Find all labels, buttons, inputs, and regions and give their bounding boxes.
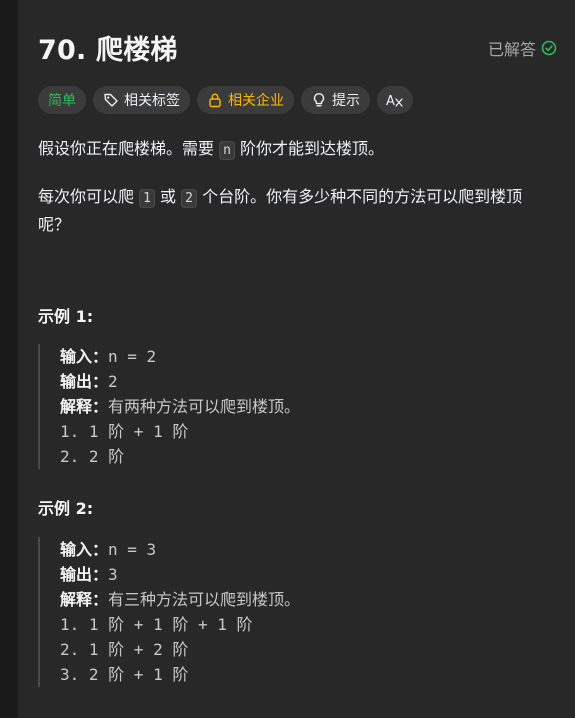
inline-code: n xyxy=(219,141,235,160)
example-2-block: 输入：n = 3 输出：3 解释：有三种方法可以爬到楼顶。 1. 1 阶 + 1… xyxy=(38,537,553,687)
explanation-label: 解释： xyxy=(60,397,109,416)
related-topics-label: 相关标签 xyxy=(124,93,180,109)
example-input-row: 输入：n = 2 xyxy=(60,344,553,369)
example-explanation-row: 解释：有三种方法可以爬到楼顶。 xyxy=(60,587,553,612)
tag-icon xyxy=(103,92,119,108)
related-topics-button[interactable]: 相关标签 xyxy=(93,86,190,114)
example-2-title: 示例 2: xyxy=(38,499,94,518)
problem-description: 假设你正在爬楼梯。需要 n 阶你才能到达楼顶。 每次你可以爬 1 或 2 个台阶… xyxy=(38,136,553,253)
output-label: 输出： xyxy=(60,565,109,584)
svg-text:A: A xyxy=(386,94,395,108)
explanation-step: 2. 2 阶 xyxy=(60,447,125,466)
solved-status: 已解答 xyxy=(488,36,557,60)
related-companies-button[interactable]: 相关企业 xyxy=(197,86,294,114)
description-paragraph-1: 假设你正在爬楼梯。需要 n 阶你才能到达楼顶。 xyxy=(38,136,553,164)
related-companies-label: 相关企业 xyxy=(228,93,284,109)
input-value: n = 2 xyxy=(108,347,157,366)
inline-code: 1 xyxy=(139,189,155,208)
hint-label: 提示 xyxy=(332,93,360,109)
solved-label: 已解答 xyxy=(487,40,536,59)
inline-code: 2 xyxy=(181,189,197,208)
example-input-row: 输入：n = 3 xyxy=(60,537,553,562)
input-label: 输入： xyxy=(60,347,109,366)
description-text: 每次你可以爬 xyxy=(38,187,135,206)
explanation-step: 1. 1 阶 + 1 阶 + 1 阶 xyxy=(60,615,253,634)
explanation-value: 有三种方法可以爬到楼顶。 xyxy=(108,590,301,609)
lock-icon xyxy=(207,92,223,108)
explanation-value: 有两种方法可以爬到楼顶。 xyxy=(108,397,301,416)
description-paragraph-2: 每次你可以爬 1 或 2 个台阶。你有多少种不同的方法可以爬到楼顶呢？ xyxy=(38,184,553,238)
description-text: 假设你正在爬楼梯。需要 xyxy=(38,139,215,158)
input-value: n = 3 xyxy=(108,540,157,559)
hint-button[interactable]: 提示 xyxy=(301,86,370,114)
input-label: 输入： xyxy=(60,540,109,559)
difficulty-badge[interactable]: 简单 xyxy=(38,86,86,114)
problem-title: 70. 爬楼梯 xyxy=(38,35,178,66)
translate-icon: A xyxy=(385,92,405,108)
tag-bar: 简单 相关标签 相关企业 提示 A xyxy=(38,86,413,114)
example-output-row: 输出：2 xyxy=(60,369,553,394)
explanation-label: 解释： xyxy=(60,590,109,609)
description-text: 或 xyxy=(160,187,177,206)
example-output-row: 输出：3 xyxy=(60,562,553,587)
explanation-step: 1. 1 阶 + 1 阶 xyxy=(60,422,189,441)
example-explanation-row: 解释：有两种方法可以爬到楼顶。 xyxy=(60,394,553,419)
window-frame: 70. 爬楼梯 已解答 简单 相关标签 相关企业 提示 A 假设你正在爬楼梯。需… xyxy=(0,0,575,718)
output-value: 2 xyxy=(108,372,118,391)
output-value: 3 xyxy=(108,565,118,584)
lightbulb-icon xyxy=(311,92,327,108)
example-1-block: 输入：n = 2 输出：2 解释：有两种方法可以爬到楼顶。 1. 1 阶 + 1… xyxy=(38,344,553,469)
explanation-step: 3. 2 阶 + 1 阶 xyxy=(60,665,189,684)
difficulty-label: 简单 xyxy=(48,93,76,109)
output-label: 输出： xyxy=(60,372,109,391)
explanation-step: 2. 1 阶 + 2 阶 xyxy=(60,640,189,659)
description-text: 阶你才能到达楼顶。 xyxy=(240,139,385,158)
check-circle-icon xyxy=(541,40,557,56)
translate-button[interactable]: A xyxy=(377,86,413,114)
example-1-title: 示例 1: xyxy=(38,307,94,326)
problem-description-panel: 70. 爬楼梯 已解答 简单 相关标签 相关企业 提示 A 假设你正在爬楼梯。需… xyxy=(18,0,575,718)
